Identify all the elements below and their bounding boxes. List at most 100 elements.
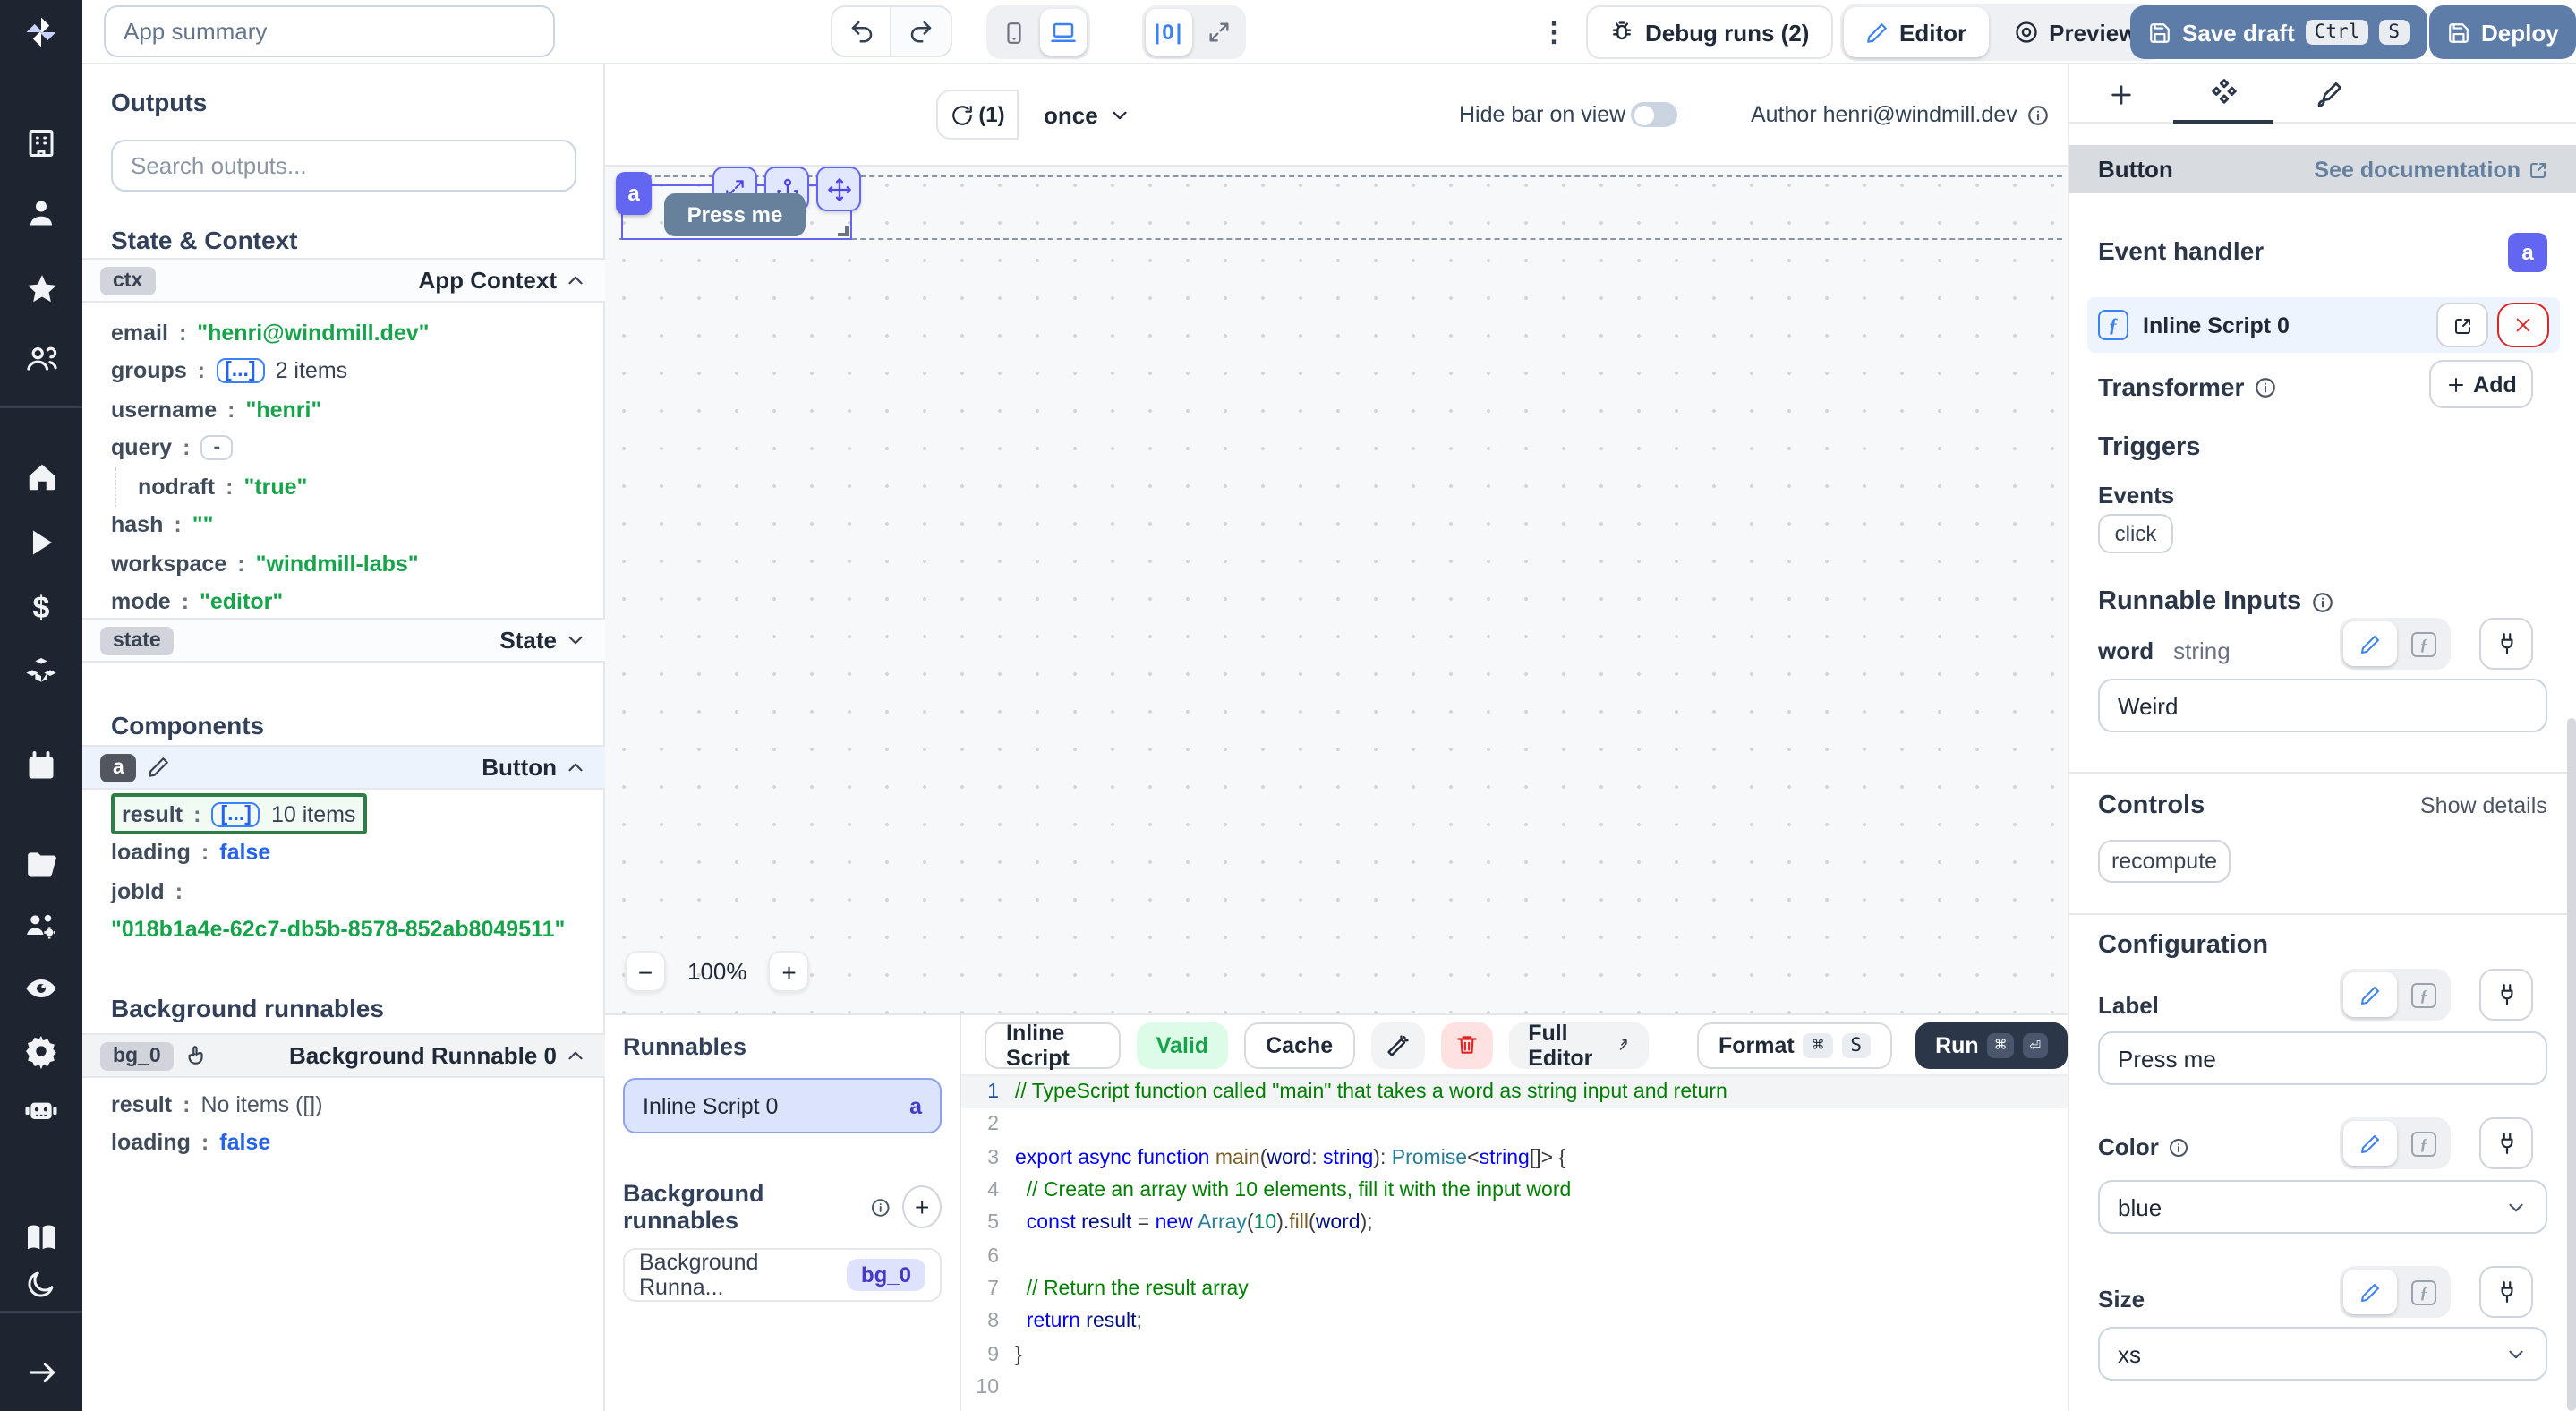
expand-array-box[interactable]: [...] bbox=[216, 359, 265, 384]
code-line[interactable]: 7 // Return the result array bbox=[961, 1273, 2068, 1306]
color-select[interactable]: blue bbox=[2098, 1180, 2547, 1234]
home-icon[interactable] bbox=[23, 458, 59, 494]
windmill-logo-icon[interactable] bbox=[0, 0, 82, 64]
code-line[interactable]: 2 bbox=[961, 1109, 2068, 1142]
hide-bar-toggle[interactable] bbox=[1631, 102, 1677, 127]
connect-plug-button[interactable] bbox=[2479, 1266, 2533, 1318]
resize-corner-handle[interactable] bbox=[838, 226, 849, 236]
expression-mode-button[interactable]: ƒ bbox=[2401, 621, 2447, 666]
press-me-button[interactable]: Press me bbox=[664, 193, 806, 236]
settings-gear-icon[interactable] bbox=[23, 1033, 59, 1069]
scrollbar-thumb[interactable] bbox=[2567, 718, 2576, 1411]
app-summary-input[interactable] bbox=[104, 5, 555, 57]
ai-wand-button[interactable] bbox=[1370, 1022, 1424, 1068]
run-button[interactable]: Run⌘⏎ bbox=[1915, 1022, 2068, 1068]
expand-array-box[interactable]: [...] bbox=[211, 802, 260, 827]
more-options-kebab-icon[interactable]: ⋮ bbox=[1536, 7, 1572, 57]
button-component-header[interactable]: a Button bbox=[82, 745, 605, 790]
chevron-up-icon[interactable] bbox=[564, 756, 587, 779]
connect-plug-button[interactable] bbox=[2479, 969, 2533, 1021]
info-icon[interactable] bbox=[2253, 375, 2276, 398]
static-edit-mode-button[interactable] bbox=[2343, 621, 2397, 666]
user-icon[interactable] bbox=[23, 195, 59, 231]
styling-brush-tab[interactable] bbox=[2279, 64, 2379, 124]
zoom-out-button[interactable]: − bbox=[625, 951, 666, 992]
code-editor[interactable]: 1// TypeScript function called "main" th… bbox=[961, 1074, 2068, 1411]
insert-component-tab[interactable] bbox=[2071, 64, 2171, 124]
state-section-header[interactable]: state State bbox=[82, 618, 605, 663]
docs-book-icon[interactable] bbox=[23, 1219, 59, 1255]
connect-plug-button[interactable] bbox=[2479, 1117, 2533, 1169]
dark-mode-moon-icon[interactable] bbox=[23, 1266, 59, 1302]
code-line[interactable]: 6 bbox=[961, 1240, 2068, 1273]
zoom-in-button[interactable]: + bbox=[769, 951, 810, 992]
centered-layout-button[interactable]: |0| bbox=[1146, 9, 1192, 56]
ctx-section-header[interactable]: ctx App Context bbox=[82, 258, 605, 303]
undo-button[interactable] bbox=[831, 5, 891, 57]
event-handler-script-row[interactable]: ƒ Inline Script 0 bbox=[2087, 297, 2560, 353]
refresh-mode-select[interactable]: once bbox=[1029, 90, 1147, 140]
deploy-button[interactable]: Deploy bbox=[2429, 5, 2576, 59]
expression-mode-button[interactable]: ƒ bbox=[2401, 972, 2447, 1017]
chevron-down-icon[interactable] bbox=[564, 629, 587, 652]
editor-tab[interactable]: Editor bbox=[1844, 7, 1988, 57]
info-icon[interactable] bbox=[2026, 103, 2050, 126]
remove-script-button[interactable] bbox=[2497, 303, 2549, 347]
chevron-up-icon[interactable] bbox=[564, 269, 587, 292]
connect-plug-button[interactable] bbox=[2479, 618, 2533, 670]
label-value-input[interactable] bbox=[2098, 1031, 2547, 1085]
ai-robot-icon[interactable] bbox=[23, 1092, 59, 1128]
delete-script-button[interactable] bbox=[1440, 1022, 1492, 1068]
static-edit-mode-button[interactable] bbox=[2343, 1270, 2397, 1314]
debug-runs-button[interactable]: Debug runs (2) bbox=[1586, 5, 1832, 59]
code-line[interactable]: 5 const result = new Array(10).fill(word… bbox=[961, 1207, 2068, 1240]
full-editor-button[interactable]: Full Editor bbox=[1508, 1022, 1649, 1068]
inline-script-tab[interactable]: Inline Script bbox=[985, 1022, 1121, 1068]
collapse-sidebar-arrow-icon[interactable] bbox=[23, 1354, 59, 1390]
code-line[interactable]: 8 return result; bbox=[961, 1305, 2068, 1338]
variables-dollar-icon[interactable]: $ bbox=[23, 591, 59, 627]
desktop-view-button[interactable] bbox=[1040, 9, 1087, 56]
resources-cubes-icon[interactable] bbox=[23, 654, 59, 689]
groups-icon[interactable] bbox=[23, 340, 59, 376]
click-event-pill[interactable]: click bbox=[2098, 514, 2173, 553]
info-icon[interactable] bbox=[871, 1195, 891, 1219]
format-button[interactable]: Format⌘S bbox=[1697, 1022, 1892, 1068]
code-line[interactable]: 10 bbox=[961, 1371, 2068, 1404]
open-script-button[interactable] bbox=[2436, 303, 2488, 347]
add-bg-runnable-button[interactable]: + bbox=[902, 1185, 942, 1228]
code-line[interactable]: 4 // Create an array with 10 elements, f… bbox=[961, 1175, 2068, 1208]
size-select[interactable]: xs bbox=[2098, 1327, 2547, 1381]
expand-object-box[interactable]: - bbox=[200, 436, 233, 461]
runs-play-icon[interactable] bbox=[23, 525, 59, 560]
show-details-link[interactable]: Show details bbox=[2420, 793, 2547, 818]
code-line[interactable]: 1// TypeScript function called "main" th… bbox=[961, 1076, 2068, 1109]
static-edit-mode-button[interactable] bbox=[2343, 972, 2397, 1017]
recompute-pill[interactable]: recompute bbox=[2098, 840, 2231, 883]
runnable-item-selected[interactable]: Inline Script 0 a bbox=[623, 1078, 942, 1133]
expression-mode-button[interactable]: ƒ bbox=[2401, 1121, 2447, 1166]
canvas-grid[interactable]: a Press me − 100% + bbox=[605, 165, 2068, 1013]
search-outputs-input[interactable] bbox=[111, 140, 576, 192]
bg-runnable-item[interactable]: Background Runna... bg_0 bbox=[623, 1248, 942, 1302]
folders-icon[interactable] bbox=[23, 845, 59, 881]
static-edit-mode-button[interactable] bbox=[2343, 1121, 2397, 1166]
code-line[interactable]: 3export async function main(word: string… bbox=[961, 1142, 2068, 1175]
redo-button[interactable] bbox=[891, 5, 952, 57]
code-line[interactable]: 9} bbox=[961, 1338, 2068, 1372]
expression-mode-button[interactable]: ƒ bbox=[2401, 1270, 2447, 1314]
audit-eye-icon[interactable] bbox=[23, 971, 59, 1006]
chevron-up-icon[interactable] bbox=[564, 1044, 587, 1067]
rename-pencil-icon[interactable] bbox=[148, 756, 171, 779]
add-transformer-button[interactable]: Add bbox=[2429, 360, 2533, 408]
workspace-icon[interactable] bbox=[23, 125, 59, 161]
favorites-star-icon[interactable] bbox=[23, 270, 59, 306]
save-draft-button[interactable]: Save draft CtrlS bbox=[2130, 5, 2427, 59]
component-settings-tab[interactable] bbox=[2173, 64, 2273, 124]
info-icon[interactable] bbox=[2168, 1136, 2189, 1158]
cache-button[interactable]: Cache bbox=[1244, 1022, 1354, 1068]
see-documentation-link[interactable]: See documentation bbox=[2314, 157, 2549, 182]
move-handle[interactable] bbox=[816, 167, 861, 211]
word-value-input[interactable] bbox=[2098, 679, 2547, 732]
info-icon[interactable] bbox=[2310, 590, 2333, 613]
